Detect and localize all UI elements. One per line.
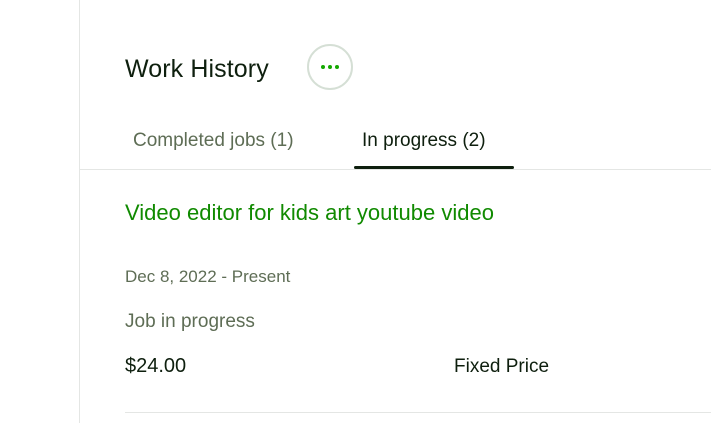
- more-horizontal-icon: [321, 65, 339, 69]
- work-history-panel: Work History Completed jobs (1) In progr…: [0, 0, 711, 423]
- job-status: Job in progress: [125, 311, 255, 332]
- job-divider: [125, 412, 711, 413]
- job-title-link[interactable]: Video editor for kids art youtube video: [125, 200, 494, 226]
- job-price: $24.00: [125, 355, 187, 377]
- active-tab-indicator: [354, 166, 514, 169]
- section-title: Work History: [125, 55, 269, 83]
- tab-in-progress[interactable]: In progress (2): [362, 130, 486, 152]
- left-divider: [79, 0, 80, 423]
- tab-completed-jobs[interactable]: Completed jobs (1): [133, 130, 294, 152]
- work-history-tabs: Completed jobs (1) In progress (2): [80, 118, 711, 170]
- job-price-type: Fixed Price: [454, 356, 550, 377]
- job-date-range: Dec 8, 2022 - Present: [125, 267, 291, 286]
- more-options-button[interactable]: [307, 44, 353, 90]
